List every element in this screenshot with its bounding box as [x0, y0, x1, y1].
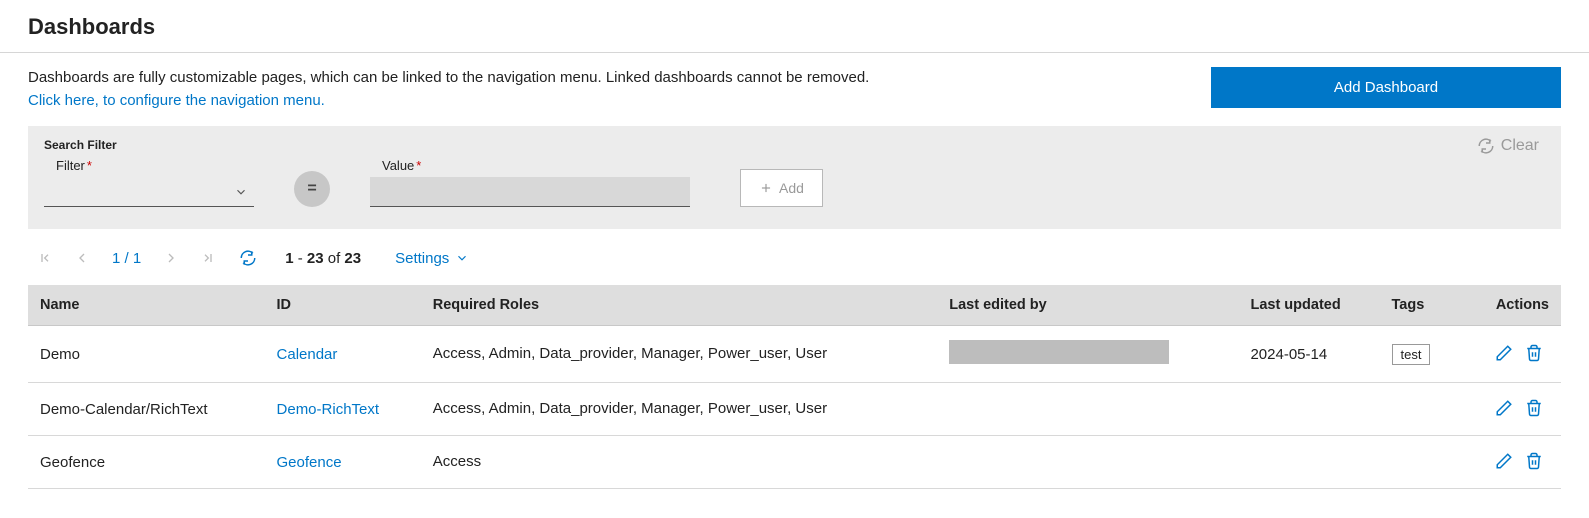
cell-roles: Access, Admin, Data_provider, Manager, P…: [421, 326, 938, 383]
pencil-icon: [1495, 344, 1513, 362]
col-actions: Actions: [1457, 285, 1561, 326]
col-tags[interactable]: Tags: [1380, 285, 1458, 326]
cell-updated: [1238, 383, 1379, 436]
filter-field: Filter*: [44, 158, 254, 207]
dashboard-id-link[interactable]: Geofence: [277, 454, 342, 471]
col-id[interactable]: ID: [265, 285, 421, 326]
pencil-icon: [1495, 399, 1513, 417]
col-updated[interactable]: Last updated: [1238, 285, 1379, 326]
table-header-row: Name ID Required Roles Last edited by La…: [28, 285, 1561, 326]
dashboard-id-link[interactable]: Calendar: [277, 346, 338, 363]
cell-edited-by: [937, 383, 1238, 436]
pencil-icon: [1495, 452, 1513, 470]
refresh-icon: [1477, 137, 1495, 155]
cell-tags: [1380, 383, 1458, 436]
clear-filter-button[interactable]: Clear: [1471, 136, 1545, 156]
trash-icon: [1525, 344, 1543, 362]
intro-row: Dashboards are fully customizable pages,…: [28, 67, 1561, 112]
edit-button[interactable]: [1489, 342, 1519, 364]
filter-panel-title: Search Filter: [44, 138, 1545, 152]
delete-button[interactable]: [1519, 397, 1549, 419]
operator-badge[interactable]: =: [294, 171, 330, 207]
cell-edited-by: [937, 326, 1238, 383]
trash-icon: [1525, 452, 1543, 470]
edit-button[interactable]: [1489, 450, 1519, 472]
cell-id: Geofence: [265, 436, 421, 489]
table-row: Demo Calendar Access, Admin, Data_provider…: [28, 326, 1561, 383]
add-filter-button[interactable]: Add: [740, 169, 823, 207]
add-filter-label: Add: [779, 180, 804, 196]
pager-range-to: 23: [307, 250, 324, 267]
cell-actions: [1457, 383, 1561, 436]
trash-icon: [1525, 399, 1543, 417]
pager-first-button[interactable]: [32, 248, 56, 268]
pager-row: 1 / 1 1 - 23 of 23 Settings: [28, 239, 1561, 285]
add-dashboard-button[interactable]: Add Dashboard: [1211, 67, 1561, 108]
value-label: Value*: [370, 158, 690, 173]
col-roles[interactable]: Required Roles: [421, 285, 938, 326]
dash: -: [298, 250, 307, 267]
delete-button[interactable]: [1519, 450, 1549, 472]
cell-roles: Access: [421, 436, 938, 489]
value-input[interactable]: [370, 177, 690, 207]
cell-tags: test: [1380, 326, 1458, 383]
col-name[interactable]: Name: [28, 285, 265, 326]
cell-actions: [1457, 326, 1561, 383]
col-edited-by[interactable]: Last edited by: [937, 285, 1238, 326]
dashboard-id-link[interactable]: Demo-RichText: [277, 401, 380, 418]
pager-total: 23: [344, 250, 361, 267]
page-title: Dashboards: [0, 0, 1589, 53]
filter-label: Filter*: [44, 158, 254, 173]
redacted-block: [949, 340, 1169, 364]
cell-roles: Access, Admin, Data_provider, Manager, P…: [421, 383, 938, 436]
table-row: Demo-Calendar/RichText Demo-RichText Acces…: [28, 383, 1561, 436]
cell-id: Calendar: [265, 326, 421, 383]
intro-text: Dashboards are fully customizable pages,…: [28, 67, 869, 112]
plus-icon: [759, 181, 773, 195]
pager-range: 1 - 23 of 23: [285, 250, 361, 267]
configure-nav-link[interactable]: Click here, to configure the navigation …: [28, 92, 325, 109]
settings-label: Settings: [395, 250, 449, 267]
cell-name: Demo: [28, 326, 265, 383]
pager-next-button[interactable]: [159, 248, 183, 268]
cell-name: Demo-Calendar/RichText: [28, 383, 265, 436]
settings-link[interactable]: Settings: [395, 250, 469, 267]
dashboards-table: Name ID Required Roles Last edited by La…: [28, 285, 1561, 489]
cell-id: Demo-RichText: [265, 383, 421, 436]
delete-button[interactable]: [1519, 342, 1549, 364]
value-field: Value*: [370, 158, 690, 207]
cell-tags: [1380, 436, 1458, 489]
filter-label-text: Filter: [56, 158, 85, 173]
edit-button[interactable]: [1489, 397, 1519, 419]
chevron-down-icon: [455, 251, 469, 265]
pager-last-button[interactable]: [197, 248, 221, 268]
cell-actions: [1457, 436, 1561, 489]
cell-name: Geofence: [28, 436, 265, 489]
cell-updated: 2024-05-14: [1238, 326, 1379, 383]
clear-label: Clear: [1501, 137, 1539, 155]
of-word-text: of: [328, 250, 341, 267]
cell-edited-by: [937, 436, 1238, 489]
pager-prev-button[interactable]: [70, 248, 94, 268]
required-mark: *: [85, 158, 92, 173]
required-mark: *: [414, 158, 421, 173]
pager-range-from: 1: [285, 250, 293, 267]
search-filter-panel: Clear Search Filter Filter* = Value*: [28, 126, 1561, 229]
pager-page-display: 1 / 1: [112, 250, 141, 267]
filter-select[interactable]: [44, 177, 254, 207]
cell-updated: [1238, 436, 1379, 489]
value-label-text: Value: [382, 158, 414, 173]
table-row: Geofence Geofence Access: [28, 436, 1561, 489]
pager-refresh-button[interactable]: [235, 247, 261, 269]
intro-description: Dashboards are fully customizable pages,…: [28, 69, 869, 86]
tag-chip: test: [1392, 344, 1431, 365]
